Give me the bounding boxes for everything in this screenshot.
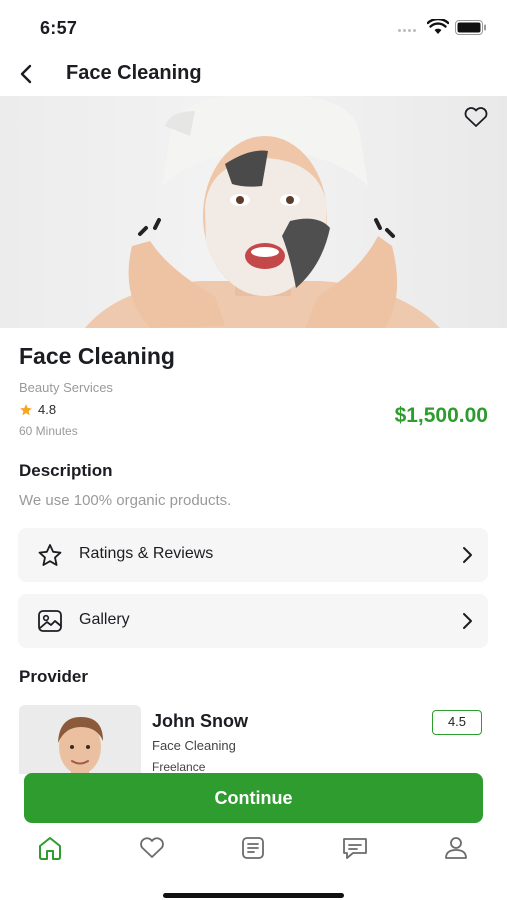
service-title: Face Cleaning xyxy=(19,343,175,369)
bottom-tab-bar xyxy=(0,826,507,870)
description-text: We use 100% organic products. xyxy=(19,492,232,509)
home-icon xyxy=(39,837,61,860)
provider-avatar xyxy=(19,705,141,774)
provider-type: Freelance xyxy=(152,760,206,774)
tab-favorites[interactable] xyxy=(137,834,167,862)
tab-chat[interactable] xyxy=(340,834,370,862)
ratings-reviews-label: Ratings & Reviews xyxy=(79,545,214,562)
service-price: $1,500.00 xyxy=(394,404,488,427)
profile-icon xyxy=(445,837,467,859)
provider-card[interactable]: John Snow Face Cleaning Freelance 4.5 xyxy=(18,704,488,774)
continue-button[interactable]: Continue xyxy=(24,773,483,823)
star-outline-icon xyxy=(38,544,62,566)
gallery-row[interactable]: Gallery xyxy=(18,594,488,648)
service-rating: 4.8 xyxy=(19,402,56,417)
status-time: 6:57 xyxy=(40,18,78,38)
bookings-icon xyxy=(242,837,264,859)
star-icon xyxy=(20,403,32,415)
favorite-button[interactable] xyxy=(463,106,489,130)
tab-bookings[interactable] xyxy=(238,834,268,862)
provider-service: Face Cleaning xyxy=(152,738,236,753)
provider-heading: Provider xyxy=(19,667,88,686)
tab-profile[interactable] xyxy=(441,834,471,862)
image-icon xyxy=(38,610,62,632)
gallery-label: Gallery xyxy=(79,611,130,628)
chevron-right-icon xyxy=(463,547,472,563)
back-button[interactable] xyxy=(14,62,38,86)
page-title: Face Cleaning xyxy=(66,62,202,84)
service-category: Beauty Services xyxy=(19,380,113,395)
provider-rating-badge: 4.5 xyxy=(432,710,482,735)
signal-icon xyxy=(398,29,416,32)
rating-value: 4.8 xyxy=(38,402,57,417)
face-mask-photo xyxy=(85,96,440,328)
service-duration: 60 Minutes xyxy=(19,424,78,438)
app-header: Face Cleaning xyxy=(0,52,507,96)
service-hero-image xyxy=(0,96,507,328)
heart-icon xyxy=(140,837,164,858)
chevron-left-icon xyxy=(20,64,32,84)
wifi-icon xyxy=(427,19,449,34)
provider-name: John Snow xyxy=(152,711,248,731)
home-indicator xyxy=(163,893,344,898)
status-bar: 6:57 xyxy=(0,0,507,52)
battery-icon xyxy=(455,20,486,35)
ratings-reviews-row[interactable]: Ratings & Reviews xyxy=(18,528,488,582)
description-heading: Description xyxy=(19,461,113,480)
tab-home[interactable] xyxy=(35,834,65,862)
chevron-right-icon xyxy=(463,613,472,629)
heart-icon xyxy=(464,107,488,127)
chat-icon xyxy=(343,838,367,859)
